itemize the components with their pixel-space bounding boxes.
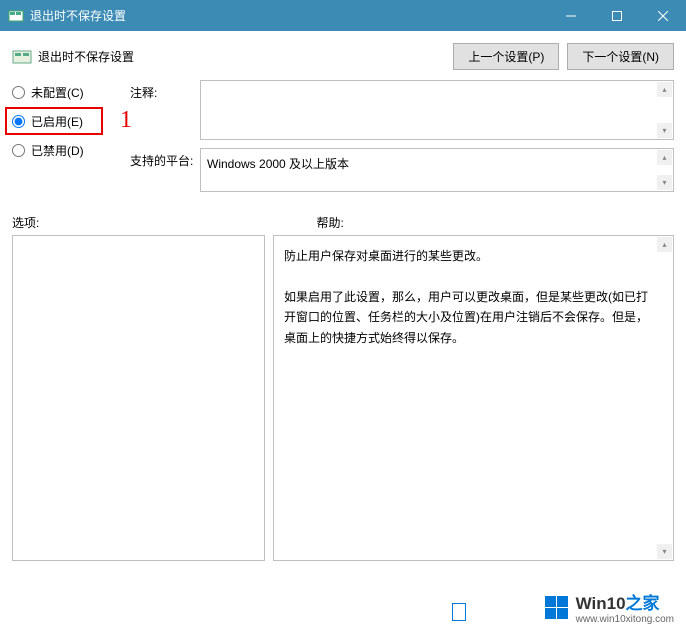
help-label: 帮助: — [317, 214, 674, 231]
nav-buttons: 上一个设置(P) 下一个设置(N) — [453, 43, 674, 70]
comment-row: 注释: ▴ ▾ — [130, 80, 674, 140]
radio-column: 未配置(C) 已启用(E) 1 已禁用(D) — [12, 80, 122, 200]
scroll-down-button[interactable]: ▾ — [657, 175, 672, 190]
radio-disabled-label[interactable]: 已禁用(D) — [31, 142, 84, 159]
scroll-up-button[interactable]: ▴ — [657, 82, 672, 97]
options-panel — [12, 235, 265, 561]
watermark: Win10之家 www.win10xitong.com — [545, 589, 674, 625]
annotation-number: 1 — [120, 107, 132, 134]
platform-text: Windows 2000 及以上版本 — [201, 149, 673, 178]
next-setting-button[interactable]: 下一个设置(N) — [567, 43, 674, 70]
watermark-line2: www.win10xitong.com — [576, 614, 674, 625]
radio-enabled-input[interactable] — [12, 115, 25, 128]
scroll-down-button[interactable]: ▾ — [657, 123, 672, 138]
comment-label: 注释: — [130, 80, 200, 101]
platform-row: 支持的平台: Windows 2000 及以上版本 ▴ ▾ — [130, 148, 674, 192]
watermark-line1: Win10之家 — [576, 589, 674, 614]
radio-enabled: 已启用(E) 1 — [12, 113, 122, 130]
header-row: 退出时不保存设置 上一个设置(P) 下一个设置(N) — [12, 43, 674, 70]
radio-not-configured-input[interactable] — [12, 86, 25, 99]
minimize-button[interactable] — [548, 0, 594, 31]
options-label: 选项: — [12, 214, 317, 231]
prev-setting-button[interactable]: 上一个设置(P) — [453, 43, 559, 70]
maximize-button[interactable] — [594, 0, 640, 31]
help-p2: 如果启用了此设置，那么，用户可以更改桌面，但是某些更改(如已打开窗口的位置、任务… — [284, 287, 651, 348]
scroll-up-button[interactable]: ▴ — [657, 150, 672, 165]
radio-not-configured-label[interactable]: 未配置(C) — [31, 84, 84, 101]
panel-labels: 选项: 帮助: — [12, 214, 674, 231]
help-text: 防止用户保存对桌面进行的某些更改。 如果启用了此设置，那么，用户可以更改桌面，但… — [274, 236, 673, 358]
close-button[interactable] — [640, 0, 686, 31]
panels-row: 防止用户保存对桌面进行的某些更改。 如果启用了此设置，那么，用户可以更改桌面，但… — [12, 235, 674, 561]
app-icon — [8, 8, 24, 24]
platform-label: 支持的平台: — [130, 148, 200, 169]
focus-indicator — [452, 603, 466, 621]
help-panel: 防止用户保存对桌面进行的某些更改。 如果启用了此设置，那么，用户可以更改桌面，但… — [273, 235, 674, 561]
titlebar: 退出时不保存设置 — [0, 0, 686, 31]
page-title: 退出时不保存设置 — [38, 48, 453, 65]
meta-column: 注释: ▴ ▾ 支持的平台: Windows 2000 及以上版本 ▴ ▾ — [130, 80, 674, 200]
scroll-down-button[interactable]: ▾ — [657, 544, 672, 559]
policy-icon — [12, 47, 32, 67]
comment-text — [201, 81, 673, 93]
radio-enabled-label[interactable]: 已启用(E) — [31, 113, 83, 130]
windows-logo-icon — [545, 596, 568, 619]
window-title: 退出时不保存设置 — [30, 7, 548, 24]
radio-disabled: 已禁用(D) — [12, 142, 122, 159]
help-p1: 防止用户保存对桌面进行的某些更改。 — [284, 246, 651, 266]
comment-textarea[interactable]: ▴ ▾ — [200, 80, 674, 140]
middle-row: 未配置(C) 已启用(E) 1 已禁用(D) 注释: ▴ ▾ — [12, 80, 674, 200]
scroll-up-button[interactable]: ▴ — [657, 237, 672, 252]
watermark-text: Win10之家 www.win10xitong.com — [576, 589, 674, 625]
radio-not-configured: 未配置(C) — [12, 84, 122, 101]
radio-disabled-input[interactable] — [12, 144, 25, 157]
platform-box: Windows 2000 及以上版本 ▴ ▾ — [200, 148, 674, 192]
content: 退出时不保存设置 上一个设置(P) 下一个设置(N) 未配置(C) 已启用(E)… — [0, 31, 686, 633]
window-controls — [548, 0, 686, 31]
